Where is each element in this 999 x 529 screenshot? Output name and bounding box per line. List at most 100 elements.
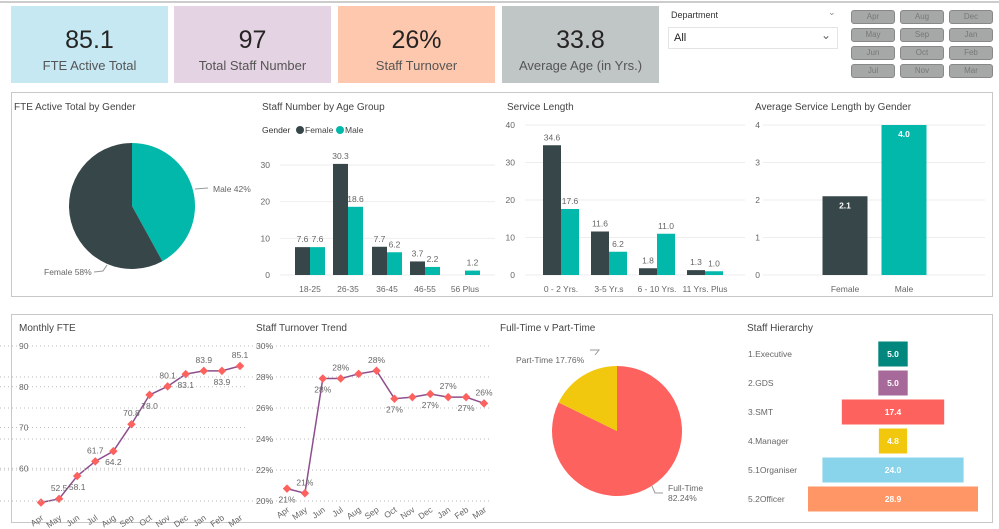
bar-female <box>333 163 348 275</box>
x-tick-label: Apr <box>275 504 292 520</box>
funnel-category: 5.2Officer <box>748 494 785 504</box>
data-point <box>300 489 310 498</box>
bar-female <box>687 270 705 275</box>
leader-line <box>651 485 663 494</box>
x-tick-label: Apr <box>29 512 46 528</box>
bar-male <box>425 266 440 275</box>
y-tick-label: 80 <box>19 382 29 392</box>
x-tick-label: May <box>44 512 64 529</box>
x-tick-label: Feb <box>208 512 226 529</box>
y-tick-label: 24% <box>256 434 273 444</box>
x-tick-label: Sep <box>117 512 135 529</box>
bar-male <box>465 270 480 275</box>
x-tick-label: 0 - 2 Yrs. <box>544 284 578 294</box>
data-label: 34.6 <box>544 132 561 142</box>
legend-marker-male <box>336 126 344 134</box>
data-point <box>443 392 453 402</box>
data-label: 21% <box>296 477 313 487</box>
legend-marker-female <box>296 126 304 134</box>
data-label: 1.2 <box>467 258 479 268</box>
data-label: 5.0 <box>887 349 899 359</box>
bar-male <box>348 206 363 275</box>
funnel-category: 3.SMT <box>748 407 773 417</box>
legend-label: Female <box>305 125 334 135</box>
x-tick-label: Jan <box>191 512 208 528</box>
y-tick-label: 70 <box>19 423 29 433</box>
bar-male <box>705 271 723 275</box>
data-point <box>408 392 417 402</box>
x-tick-label: 3-5 Yr.s <box>594 284 623 294</box>
data-label: 83.1 <box>177 380 194 390</box>
data-label: 27% <box>458 403 475 413</box>
data-point <box>282 484 292 493</box>
x-tick-label: Oct <box>382 504 399 520</box>
bar-female <box>295 247 310 275</box>
data-label: 1.0 <box>708 258 720 268</box>
x-tick-label: 26-35 <box>337 284 359 294</box>
x-tick-label: 11 Yrs. Plus <box>682 284 727 294</box>
y-tick-label: 0 <box>265 270 270 280</box>
pie-label: 82.24% <box>668 493 697 503</box>
y-tick-label: 28% <box>256 372 273 382</box>
y-tick-label: 60 <box>19 463 29 473</box>
pie-label: Full-Time <box>668 483 703 493</box>
data-label: 2.1 <box>839 200 851 210</box>
y-tick-label: 30% <box>256 341 273 351</box>
x-tick-label: 46-55 <box>414 284 436 294</box>
bar-male <box>881 125 927 275</box>
data-label: 1.3 <box>690 257 702 267</box>
data-label: 83.9 <box>214 377 231 387</box>
data-label: 26% <box>475 387 492 397</box>
data-label: 21% <box>278 495 295 505</box>
bar-male <box>657 233 675 275</box>
data-label: 18.6 <box>347 194 364 204</box>
legend-label: Male <box>345 125 364 135</box>
data-label: 28.9 <box>885 494 902 504</box>
y-tick-label: 20% <box>256 496 273 506</box>
y-tick-label: 1 <box>755 233 760 243</box>
x-tick-label: Female <box>831 284 860 294</box>
y-tick-label: 4 <box>755 120 760 130</box>
bar-female <box>372 246 387 275</box>
data-point <box>36 498 46 507</box>
y-tick-label: 10 <box>506 233 516 243</box>
data-point <box>479 399 489 408</box>
data-point <box>336 374 345 383</box>
bar-female <box>591 231 609 275</box>
data-label: 7.6 <box>297 234 309 244</box>
x-tick-label: 36-45 <box>376 284 398 294</box>
bar-female <box>410 261 425 275</box>
x-tick-label: Mar <box>470 504 488 521</box>
data-label: 5.0 <box>887 378 899 388</box>
data-point <box>235 361 245 371</box>
pie-label: Female 58% <box>44 267 92 277</box>
y-tick-label: 20 <box>506 195 516 205</box>
data-label: 17.6 <box>562 196 579 206</box>
x-tick-label: Jul <box>330 504 345 518</box>
bar-female <box>639 268 657 275</box>
data-point <box>461 392 471 402</box>
bar-female <box>543 145 561 275</box>
data-point <box>390 394 399 403</box>
x-tick-label: Mar <box>226 512 244 529</box>
y-tick-label: 30 <box>261 160 271 170</box>
bar-male <box>387 252 402 275</box>
data-label: 85.1 <box>232 350 249 360</box>
data-label: 61.7 <box>87 445 104 455</box>
x-tick-label: Oct <box>137 512 154 528</box>
data-label: 4.0 <box>898 129 910 139</box>
bar-male <box>310 247 325 275</box>
data-label: 28% <box>332 363 349 373</box>
data-label: 6.2 <box>389 239 401 249</box>
data-label: 83.9 <box>196 355 213 365</box>
data-label: 11.6 <box>592 219 608 229</box>
data-label: 6.2 <box>612 239 624 249</box>
legend-title: Gender <box>262 125 291 135</box>
y-tick-label: 22% <box>256 465 273 475</box>
x-tick-label: Dec <box>416 504 435 521</box>
data-label: 28% <box>368 355 385 365</box>
data-label: 11.0 <box>658 221 674 231</box>
y-tick-label: 10 <box>261 233 271 243</box>
data-label: 78.0 <box>141 401 158 411</box>
bar-male <box>561 209 579 275</box>
